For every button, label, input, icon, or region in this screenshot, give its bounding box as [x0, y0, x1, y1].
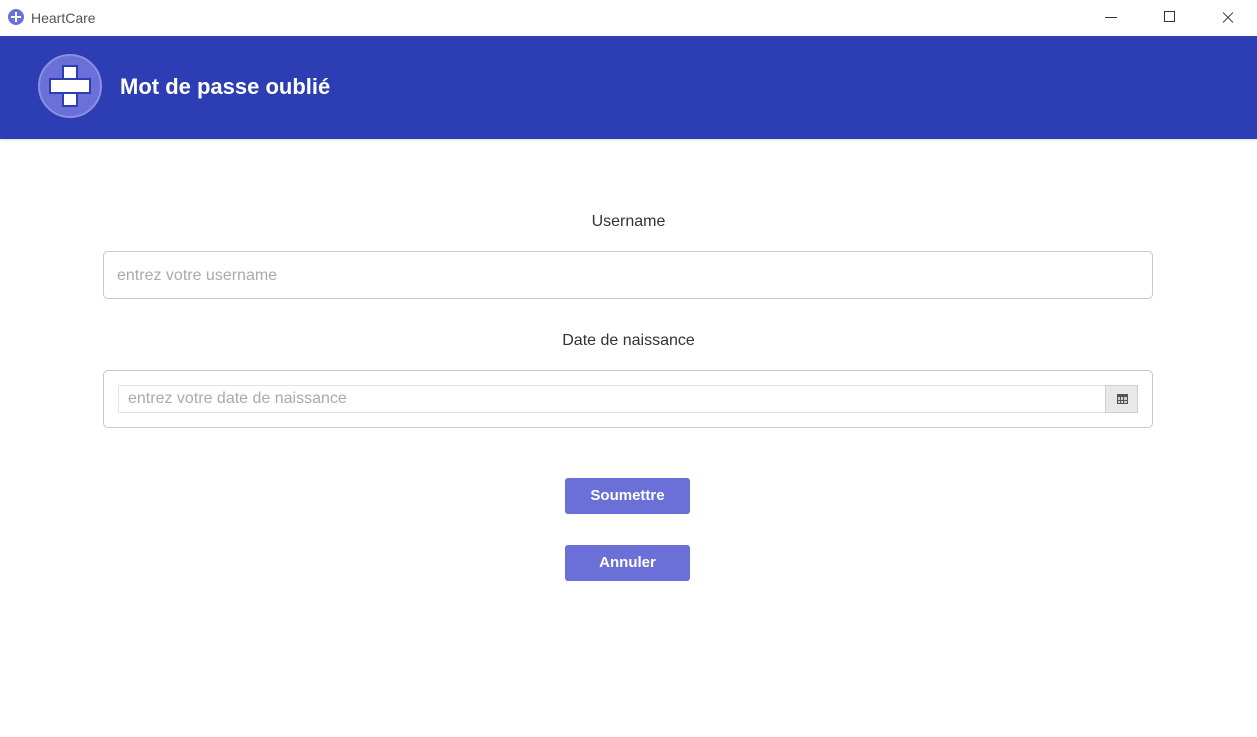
dob-input[interactable]: [128, 389, 1103, 409]
username-input[interactable]: [117, 265, 1137, 287]
medical-cross-icon: [38, 54, 102, 118]
username-label: Username: [591, 213, 666, 230]
date-picker: [118, 385, 1138, 413]
minimize-icon: [1105, 17, 1117, 18]
maximize-button[interactable]: [1141, 0, 1199, 36]
submit-button[interactable]: Soumettre: [565, 478, 690, 514]
username-field-container: [103, 251, 1153, 299]
window-titlebar: HeartCare: [0, 0, 1257, 36]
app-title: HeartCare: [31, 10, 96, 26]
page-title: Mot de passe oublié: [120, 74, 331, 99]
app-plus-icon: [8, 9, 24, 25]
calendar-icon: [1117, 394, 1128, 404]
maximize-icon: [1164, 11, 1175, 22]
dob-label: Date de naissance: [562, 332, 695, 349]
date-picker-button[interactable]: [1105, 385, 1138, 413]
minimize-button[interactable]: [1083, 0, 1141, 36]
header-banner: Mot de passe oublié: [0, 36, 1257, 139]
cancel-button[interactable]: Annuler: [565, 545, 690, 581]
dob-field-container: [103, 370, 1153, 428]
close-button[interactable]: [1199, 0, 1257, 36]
